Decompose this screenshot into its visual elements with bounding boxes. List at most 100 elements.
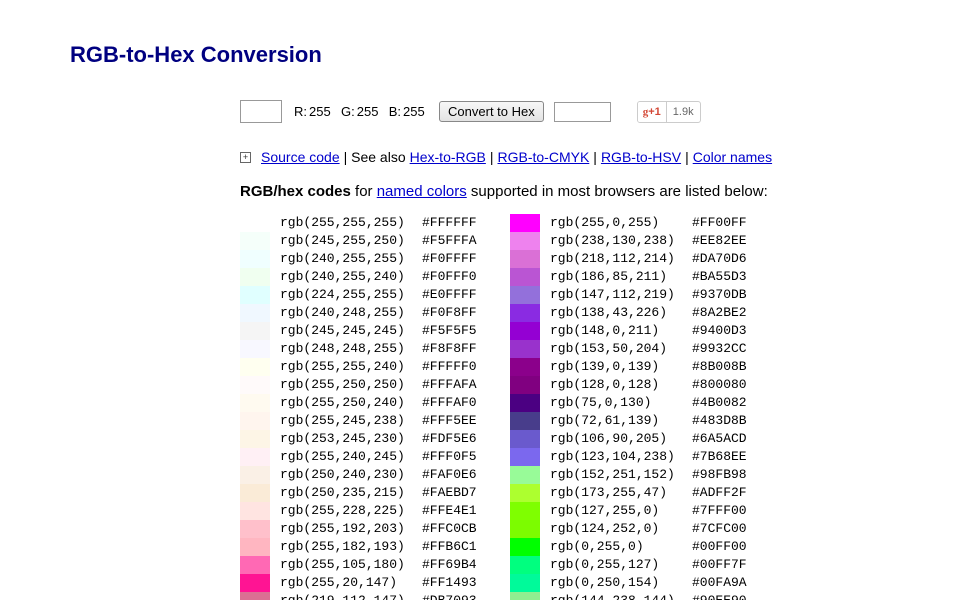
sep: | See also <box>344 149 406 165</box>
rgb-value: rgb(123,104,238) <box>540 448 688 466</box>
rgb-value: rgb(106,90,205) <box>540 430 688 448</box>
color-row: rgb(123,104,238)#7B68EE <box>510 448 754 466</box>
convert-row: R: G: B: Convert to Hex g+1 1.9k <box>240 100 900 123</box>
color-row: rgb(255,240,245)#FFF0F5 <box>240 448 484 466</box>
hex-value: #DB7093 <box>418 592 484 600</box>
color-swatch <box>510 250 540 268</box>
hex-value: #FAEBD7 <box>418 484 484 502</box>
rgb-value: rgb(255,192,203) <box>270 520 418 538</box>
rgb-value: rgb(0,255,0) <box>540 538 688 556</box>
color-row: rgb(139,0,139)#8B008B <box>510 358 754 376</box>
hex-value: #FFF0F5 <box>418 448 484 466</box>
color-swatch <box>510 268 540 286</box>
color-row: rgb(148,0,211)#9400D3 <box>510 322 754 340</box>
color-row: rgb(0,255,127)#00FF7F <box>510 556 754 574</box>
rgb-value: rgb(255,0,255) <box>540 214 688 232</box>
rgb-value: rgb(186,85,211) <box>540 268 688 286</box>
hex-value: #8A2BE2 <box>688 304 754 322</box>
links-row: + Source code | See also Hex-to-RGB | RG… <box>240 149 900 165</box>
color-swatch <box>240 592 270 600</box>
hex-value: #E0FFFF <box>418 286 484 304</box>
color-swatch <box>240 376 270 394</box>
rgb-value: rgb(124,252,0) <box>540 520 688 538</box>
hex-value: #9400D3 <box>688 322 754 340</box>
rgb-value: rgb(240,248,255) <box>270 304 418 322</box>
rgb-value: rgb(75,0,130) <box>540 394 688 412</box>
hex-value: #F0FFFF <box>418 250 484 268</box>
color-row: rgb(147,112,219)#9370DB <box>510 286 754 304</box>
rgb-value: rgb(248,248,255) <box>270 340 418 358</box>
rgb-value: rgb(255,20,147) <box>270 574 418 592</box>
color-row: rgb(0,255,0)#00FF00 <box>510 538 754 556</box>
color-row: rgb(0,250,154)#00FA9A <box>510 574 754 592</box>
hex-to-rgb-link[interactable]: Hex-to-RGB <box>410 149 486 165</box>
g-label: G: <box>339 104 355 119</box>
rgb-value: rgb(253,245,230) <box>270 430 418 448</box>
rgb-value: rgb(255,105,180) <box>270 556 418 574</box>
hex-value: #F0FFF0 <box>418 268 484 286</box>
rgb-value: rgb(238,130,238) <box>540 232 688 250</box>
color-swatch <box>240 466 270 484</box>
color-row: rgb(255,0,255)#FF00FF <box>510 214 754 232</box>
expand-icon[interactable]: + <box>240 152 251 163</box>
rgb-value: rgb(138,43,226) <box>540 304 688 322</box>
hex-value: #8B008B <box>688 358 754 376</box>
color-swatch <box>510 448 540 466</box>
color-row: rgb(255,228,225)#FFE4E1 <box>240 502 484 520</box>
gplus-widget[interactable]: g+1 1.9k <box>637 101 701 123</box>
color-row: rgb(72,61,139)#483D8B <box>510 412 754 430</box>
color-swatch <box>510 322 540 340</box>
color-swatch <box>510 538 540 556</box>
hex-value: #FFFFFF <box>418 214 484 232</box>
color-row: rgb(224,255,255)#E0FFFF <box>240 286 484 304</box>
r-input[interactable] <box>307 104 335 119</box>
color-swatch <box>240 340 270 358</box>
color-swatch <box>240 448 270 466</box>
color-row: rgb(245,245,245)#F5F5F5 <box>240 322 484 340</box>
color-row: rgb(255,255,240)#FFFFF0 <box>240 358 484 376</box>
hex-value: #ADFF2F <box>688 484 754 502</box>
b-input[interactable] <box>401 104 429 119</box>
rgb-to-hsv-link[interactable]: RGB-to-HSV <box>601 149 681 165</box>
rgb-value: rgb(255,228,225) <box>270 502 418 520</box>
color-swatch <box>510 520 540 538</box>
color-swatch <box>510 340 540 358</box>
hex-value: #FF1493 <box>418 574 484 592</box>
hex-value: #00FF7F <box>688 556 754 574</box>
hex-value: #7CFC00 <box>688 520 754 538</box>
color-swatch <box>240 232 270 250</box>
hex-value: #F0F8FF <box>418 304 484 322</box>
color-swatch <box>510 466 540 484</box>
sep: | <box>490 149 494 165</box>
rgb-value: rgb(224,255,255) <box>270 286 418 304</box>
rgb-value: rgb(255,255,255) <box>270 214 418 232</box>
rgb-value: rgb(255,255,240) <box>270 358 418 376</box>
convert-button[interactable]: Convert to Hex <box>439 101 544 122</box>
page-title: RGB-to-Hex Conversion <box>0 0 954 68</box>
rgb-value: rgb(255,240,245) <box>270 448 418 466</box>
hex-value: #FFC0CB <box>418 520 484 538</box>
color-table: rgb(255,255,255)#FFFFFFrgb(245,255,250)#… <box>240 214 900 600</box>
hex-value: #6A5ACD <box>688 430 754 448</box>
rgb-value: rgb(245,245,245) <box>270 322 418 340</box>
source-code-link[interactable]: Source code <box>261 149 340 165</box>
color-swatch <box>510 304 540 322</box>
g-input[interactable] <box>355 104 383 119</box>
sep: | <box>685 149 689 165</box>
color-swatch <box>240 520 270 538</box>
sep: | <box>593 149 597 165</box>
hex-value: #00FF00 <box>688 538 754 556</box>
hex-value: #FFFAFA <box>418 376 484 394</box>
rgb-value: rgb(144,238,144) <box>540 592 688 600</box>
color-row: rgb(153,50,204)#9932CC <box>510 340 754 358</box>
color-row: rgb(255,250,240)#FFFAF0 <box>240 394 484 412</box>
color-names-link[interactable]: Color names <box>693 149 772 165</box>
named-colors-link[interactable]: named colors <box>377 183 467 200</box>
color-row: rgb(238,130,238)#EE82EE <box>510 232 754 250</box>
rgb-value: rgb(240,255,240) <box>270 268 418 286</box>
hex-value: #483D8B <box>688 412 754 430</box>
color-row: rgb(186,85,211)#BA55D3 <box>510 268 754 286</box>
color-row: rgb(255,105,180)#FF69B4 <box>240 556 484 574</box>
rgb-to-cmyk-link[interactable]: RGB-to-CMYK <box>498 149 590 165</box>
hex-output <box>554 102 611 122</box>
